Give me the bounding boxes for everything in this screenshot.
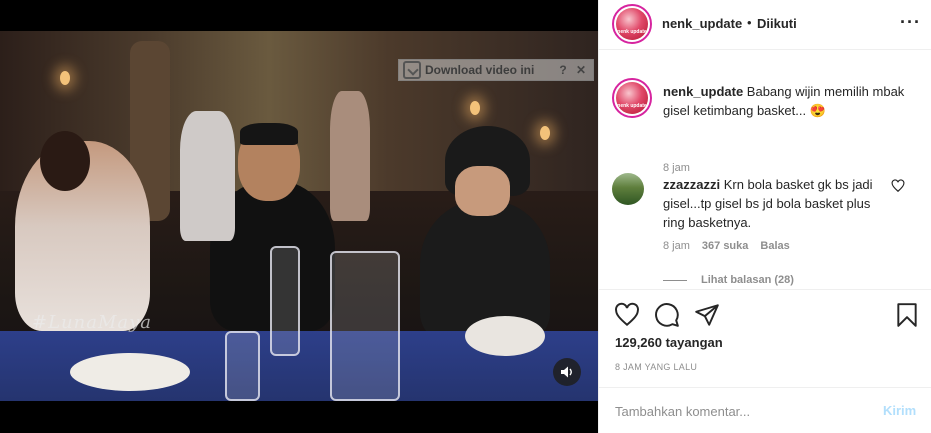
view-replies-label: Lihat balasan (28) [701,274,794,286]
download-icon [403,61,421,79]
comment-time[interactable]: 8 jam [663,240,690,252]
comments-list[interactable]: nenk update nenk_update Babang wijin mem… [599,51,931,289]
person-left-hair [40,131,90,191]
person-center-hair [240,123,298,145]
separator-dot: • [747,15,752,30]
divider [663,279,687,281]
avatar-image: nenk update [616,82,648,114]
video-watermark: #LunaMaya [32,312,153,333]
bookmark-icon[interactable] [894,302,920,328]
avatar-text: nenk update [617,29,647,35]
comment-icon[interactable] [654,302,680,328]
heart-icon[interactable] [891,179,905,193]
download-label: Download video ini [425,63,535,77]
action-bar [599,289,931,341]
heart-icon[interactable] [614,302,640,328]
person-right-face [455,166,510,216]
caption-username[interactable]: nenk_update [663,84,743,99]
lamp-light [540,126,550,140]
speaker-icon [561,366,572,378]
bottle [270,246,300,356]
avatar-image: nenk update [616,8,648,40]
person-background [330,91,370,221]
add-comment-bar: Kirim [599,387,931,433]
caption-time[interactable]: 8 jam [663,162,690,174]
avatar[interactable]: nenk update [612,78,652,118]
username-link[interactable]: nenk_update [662,16,742,31]
send-button[interactable]: Kirim [883,403,916,418]
caption-text: nenk_update Babang wijin memilih mbak gi… [663,82,923,120]
post-sidebar: nenk update nenk_update • Diikuti ··· ne… [598,0,931,433]
water-bottle [225,331,260,401]
comment-username[interactable]: zzazzazzi [663,177,720,192]
reply-button[interactable]: Balas [760,240,789,252]
avatar[interactable]: nenk update [612,4,652,44]
more-options-icon[interactable]: ··· [900,12,921,33]
video-player[interactable]: Download video ini ? ✕ #LunaMaya [0,0,598,433]
avatar[interactable] [612,173,644,205]
lantern [330,251,400,401]
post-header: nenk update nenk_update • Diikuti ··· [599,0,931,50]
post-time[interactable]: 8 JAM YANG LALU [615,362,697,372]
help-icon[interactable]: ? [555,63,571,77]
lamp-light [470,101,480,115]
person-background [180,111,235,241]
lamp-light [60,71,70,85]
mute-button[interactable] [553,358,581,386]
comment-likes[interactable]: 367 suka [702,240,748,252]
view-count: 129,260 tayangan [615,335,723,350]
plate [70,353,190,391]
comment-input[interactable] [615,401,865,421]
share-icon[interactable] [694,302,720,328]
follow-status-button[interactable]: Diikuti [757,16,797,31]
comment-meta: 8 jam 367 suka Balas [663,240,790,252]
avatar-text: nenk update [617,103,647,109]
close-icon[interactable]: ✕ [573,63,589,77]
video-frame[interactable] [0,31,598,401]
view-replies-button[interactable]: Lihat balasan (28) [663,274,794,286]
download-video-badge[interactable]: Download video ini ? ✕ [398,59,594,81]
bowl [465,316,545,356]
comment-text: zzazzazzi Krn bola basket gk bs jadi gis… [663,175,883,232]
